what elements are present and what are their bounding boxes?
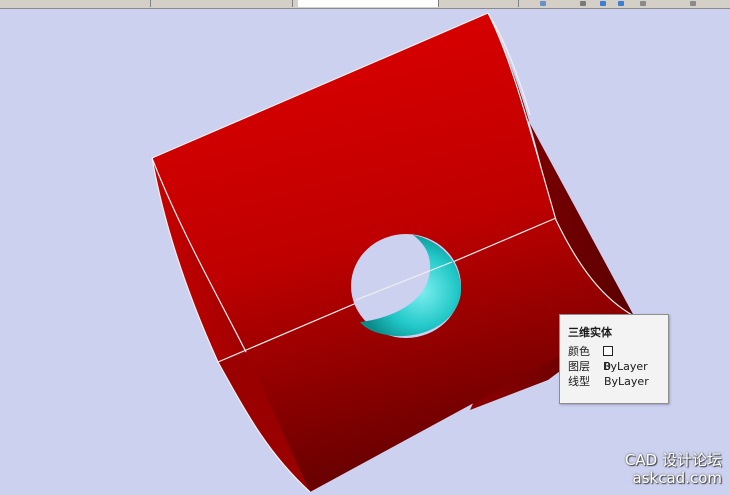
watermark-line1: CAD 设计论坛 <box>624 451 722 469</box>
tooltip-label-color: 颜色 <box>568 345 590 358</box>
toolbar-dropdown[interactable] <box>448 0 519 7</box>
color-swatch-icon <box>602 346 613 356</box>
tooltip-row-linetype: 线型 ByLayer <box>568 374 660 389</box>
drawing-viewport[interactable]: 三维实体 颜色 ByLayer 图层 0 线型 ByLayer CAD 设计论坛… <box>0 9 730 495</box>
toolbar-input[interactable] <box>298 0 439 7</box>
watermark: CAD 设计论坛 askcad.com <box>625 451 722 487</box>
toolbar-combo-middle[interactable] <box>152 0 293 7</box>
3d-solid-view <box>151 12 635 493</box>
tooltip-label-linetype: 线型 <box>568 375 590 388</box>
orbit-icon[interactable] <box>580 1 586 6</box>
tooltip-row-color: 颜色 ByLayer <box>568 344 660 373</box>
settings-icon[interactable] <box>690 1 696 6</box>
tooltip-value-layer: 0 <box>604 360 611 373</box>
tooltip-title: 三维实体 <box>568 326 612 339</box>
view-icon[interactable] <box>540 1 546 6</box>
zoom-icon[interactable] <box>600 1 606 6</box>
tooltip-value-linetype: ByLayer <box>604 375 649 388</box>
pan-icon[interactable] <box>618 1 624 6</box>
toolbar-combo-left[interactable] <box>0 0 151 7</box>
property-tooltip: 三维实体 颜色 ByLayer 图层 0 线型 ByLayer <box>559 314 669 404</box>
tooltip-label-layer: 图层 <box>568 360 590 373</box>
render-icon[interactable] <box>640 1 646 6</box>
toolbar-strip <box>0 0 730 9</box>
watermark-line2: askcad.com <box>632 469 722 487</box>
tooltip-value-color: ByLayer <box>602 344 660 373</box>
